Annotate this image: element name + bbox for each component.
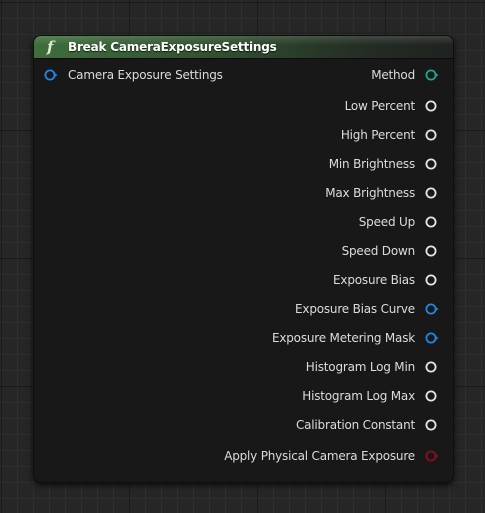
speed-down-label: Speed Down	[341, 244, 416, 258]
calibration-constant-output-pin[interactable]	[425, 418, 439, 432]
max-brightness-output-pin[interactable]	[425, 186, 439, 200]
exposure-bias-output-pin[interactable]	[425, 273, 439, 287]
node-header[interactable]: f Break CameraExposureSettings	[34, 36, 453, 59]
low-percent-label: Low Percent	[344, 99, 416, 113]
apply-physical-camera-exposure-label: Apply Physical Camera Exposure	[224, 449, 415, 463]
exposure-metering-mask-output-pin[interactable]	[425, 331, 439, 345]
min-brightness-output-pin[interactable]	[425, 157, 439, 171]
histogram-log-max-output-pin[interactable]	[425, 389, 439, 403]
speed-up-output-pin[interactable]	[425, 215, 439, 229]
method-label: Method	[371, 68, 415, 82]
speed-up-label: Speed Up	[358, 215, 415, 229]
exposure-bias-curve-label: Exposure Bias Curve	[295, 302, 415, 316]
histogram-log-max-label: Histogram Log Max	[302, 389, 415, 403]
high-percent-output-pin[interactable]	[425, 128, 439, 142]
apply-physical-camera-exposure-output-pin[interactable]	[425, 449, 439, 463]
function-icon: f	[47, 38, 54, 56]
node-title: Break CameraExposureSettings	[68, 40, 277, 54]
exposure-bias-curve-output-pin[interactable]	[425, 302, 439, 316]
calibration-constant-label: Calibration Constant	[295, 418, 415, 432]
camera-exposure-settings-label: Camera Exposure Settings	[68, 68, 223, 82]
break-camera-exposure-settings-node[interactable]: f Break CameraExposureSettings Camera Ex…	[33, 35, 454, 483]
exposure-metering-mask-label: Exposure Metering Mask	[271, 331, 415, 345]
max-brightness-label: Max Brightness	[325, 186, 415, 200]
exposure-bias-label: Exposure Bias	[333, 273, 415, 287]
low-percent-output-pin[interactable]	[425, 99, 439, 113]
method-output-pin[interactable]	[425, 68, 439, 82]
high-percent-label: High Percent	[340, 128, 415, 142]
min-brightness-label: Min Brightness	[328, 157, 415, 171]
histogram-log-min-label: Histogram Log Min	[305, 360, 415, 374]
speed-down-output-pin[interactable]	[425, 244, 439, 258]
camera-exposure-settings-input-pin[interactable]	[44, 68, 58, 82]
histogram-log-min-output-pin[interactable]	[425, 360, 439, 374]
